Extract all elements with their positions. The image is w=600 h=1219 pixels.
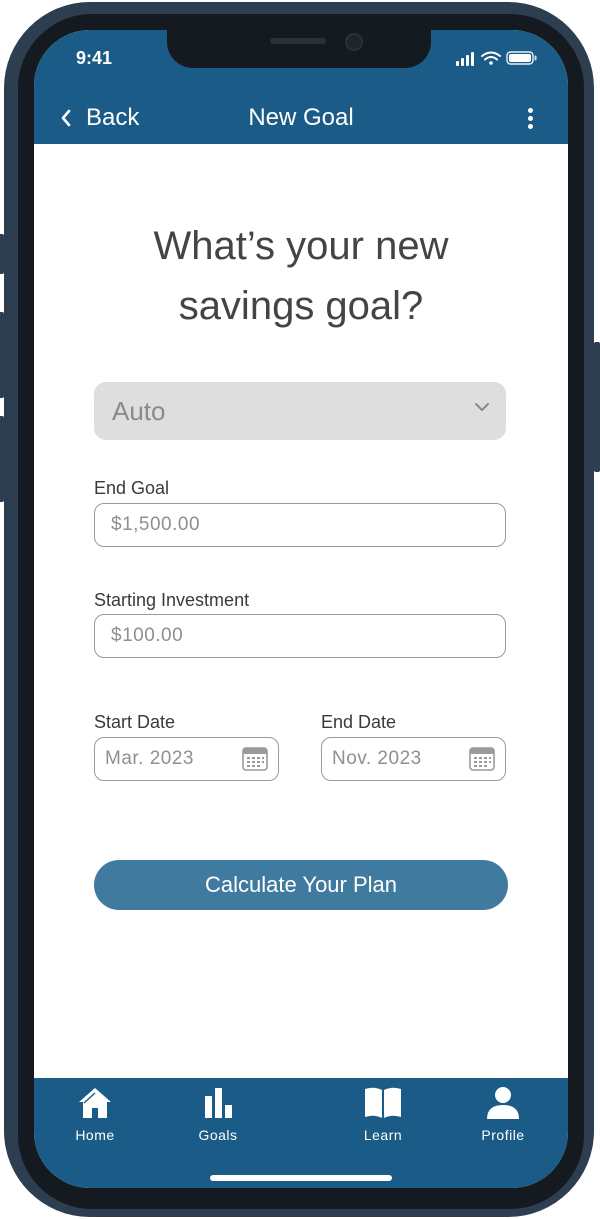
home-icon bbox=[79, 1088, 111, 1118]
more-vertical-icon[interactable] bbox=[524, 106, 536, 132]
end-date-placeholder: Nov. 2023 bbox=[332, 748, 422, 769]
app-screen: 9:41 Back New Goal What’s your new savin… bbox=[34, 30, 568, 1188]
tab-home-label: Home bbox=[75, 1127, 115, 1143]
starting-investment-placeholder: $100.00 bbox=[111, 625, 184, 646]
speaker bbox=[270, 38, 326, 44]
chevron-down-icon bbox=[475, 403, 489, 411]
notch bbox=[167, 30, 431, 68]
tab-profile[interactable]: Profile bbox=[458, 1086, 548, 1143]
signal-icon bbox=[456, 52, 474, 66]
heading-line-2: savings goal? bbox=[178, 284, 424, 328]
side-button-power bbox=[594, 342, 600, 472]
bar-chart-icon bbox=[205, 1088, 232, 1118]
tab-learn-label: Learn bbox=[363, 1127, 403, 1143]
person-icon bbox=[487, 1087, 519, 1119]
status-icons bbox=[456, 51, 537, 66]
end-date-label: End Date bbox=[321, 712, 397, 732]
page-title: New Goal bbox=[248, 104, 354, 131]
calendar-icon[interactable] bbox=[469, 747, 495, 771]
battery-icon bbox=[506, 51, 537, 65]
category-select-value: Auto bbox=[112, 396, 166, 426]
category-select[interactable]: Auto bbox=[94, 382, 506, 440]
tab-goals[interactable]: Goals bbox=[173, 1086, 263, 1143]
start-date-field[interactable]: Mar. 2023 bbox=[94, 737, 279, 781]
starting-investment-label: Starting Investment bbox=[94, 590, 250, 610]
side-button-volume-down bbox=[0, 416, 4, 502]
calculate-plan-button[interactable]: Calculate Your Plan bbox=[94, 860, 508, 910]
end-goal-label: End Goal bbox=[94, 478, 170, 498]
wifi-icon bbox=[481, 51, 501, 65]
start-date-label: Start Date bbox=[94, 712, 176, 732]
book-icon bbox=[365, 1087, 401, 1118]
end-date-field[interactable]: Nov. 2023 bbox=[321, 737, 506, 781]
start-date-placeholder: Mar. 2023 bbox=[105, 748, 194, 769]
end-goal-field[interactable]: $1,500.00 bbox=[94, 503, 506, 547]
calendar-icon[interactable] bbox=[242, 747, 268, 771]
tab-goals-label: Goals bbox=[198, 1127, 238, 1143]
page-heading: What’s your new savings goal? bbox=[34, 216, 568, 336]
status-time: 9:41 bbox=[76, 48, 113, 68]
starting-investment-field[interactable]: $100.00 bbox=[94, 614, 506, 658]
heading-line-1: What’s your new bbox=[153, 224, 449, 268]
tab-home[interactable]: Home bbox=[50, 1086, 140, 1143]
camera bbox=[345, 33, 363, 51]
nav-bar: Back New Goal bbox=[34, 100, 568, 144]
home-indicator[interactable] bbox=[210, 1175, 392, 1181]
tab-bar: Home Goals Learn Profile bbox=[34, 1078, 568, 1188]
side-button-volume-up bbox=[0, 312, 4, 398]
end-goal-placeholder: $1,500.00 bbox=[111, 514, 201, 535]
tab-profile-label: Profile bbox=[481, 1127, 525, 1143]
side-button-mute bbox=[0, 234, 4, 274]
tab-learn[interactable]: Learn bbox=[338, 1086, 428, 1143]
